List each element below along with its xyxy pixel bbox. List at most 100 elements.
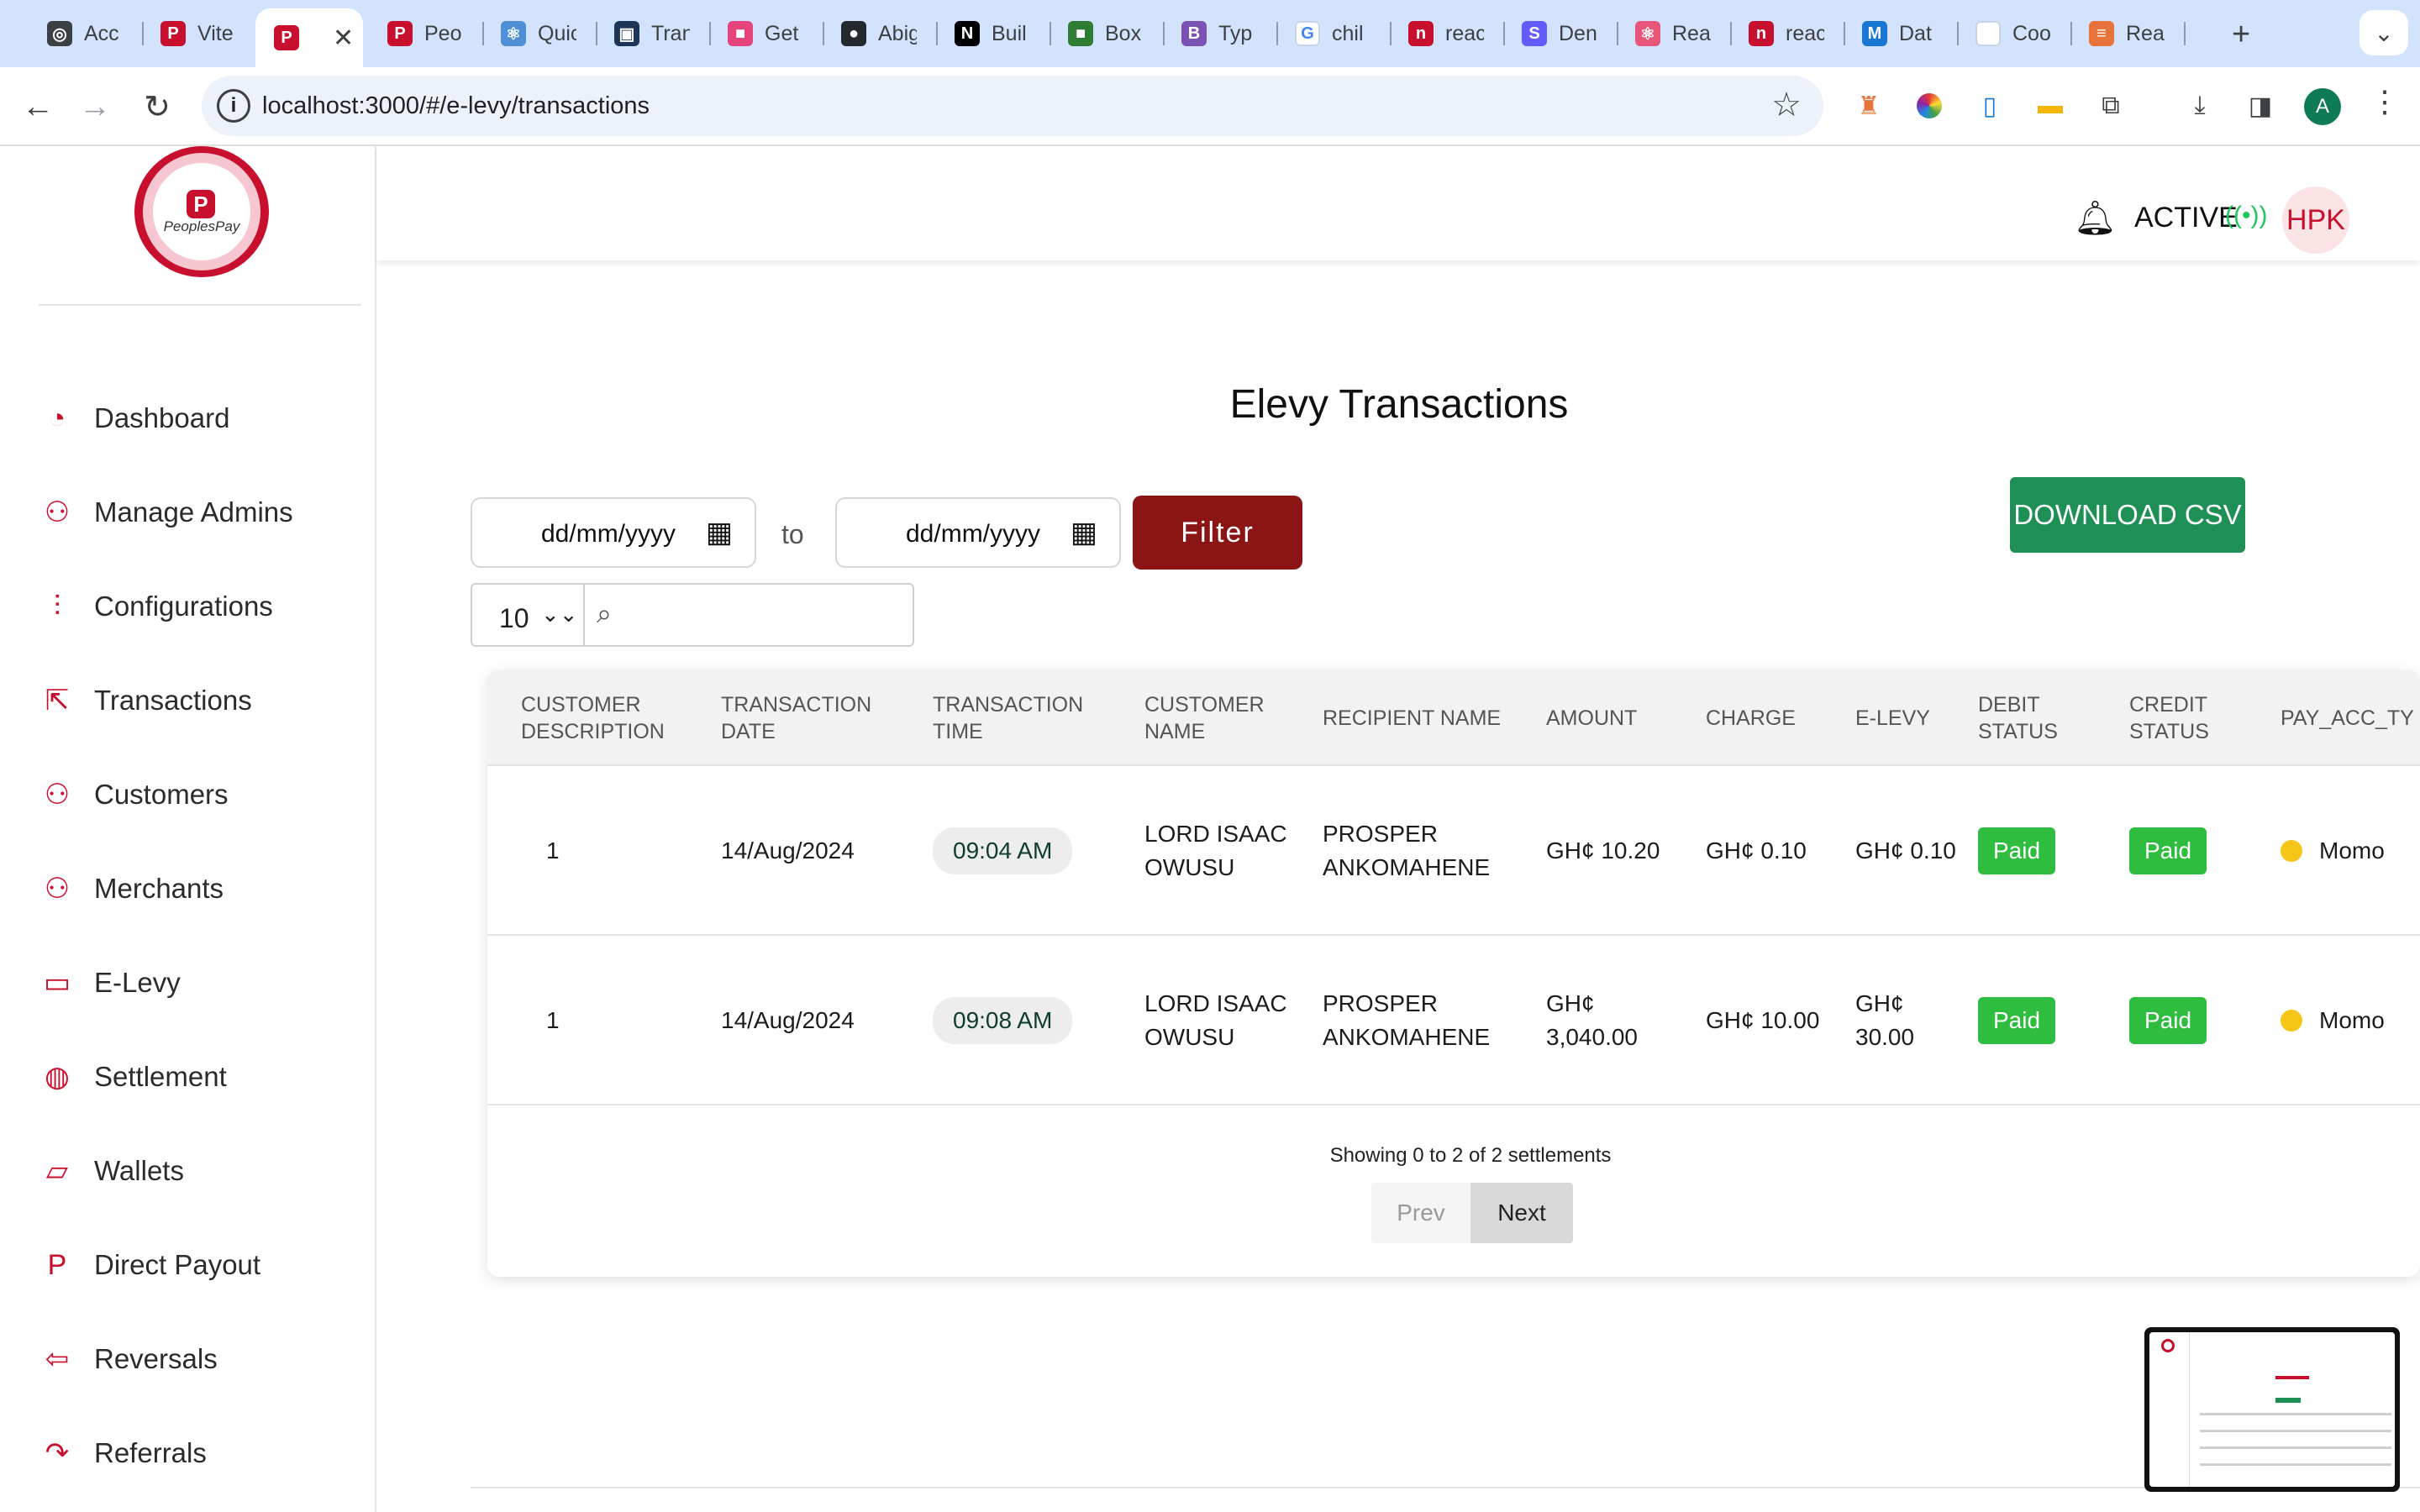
browser-tab-title: Den xyxy=(1559,21,1597,45)
prev-page-button[interactable]: Prev xyxy=(1371,1183,1470,1243)
browser-tab[interactable]: P Vite xyxy=(142,13,257,54)
calendar-icon[interactable]: ▦ xyxy=(706,516,733,549)
extensions-puzzle-icon[interactable]: ⧉ xyxy=(2092,87,2129,124)
sidebar-item-customers[interactable]: ⚇ Customers xyxy=(0,748,376,842)
tab-search-chevron-down-icon[interactable]: ⌄ xyxy=(2360,10,2408,55)
sidebar-item-transactions[interactable]: ⇱ Transactions xyxy=(0,654,376,748)
react-icon: ⚛ xyxy=(1635,21,1660,46)
extension-fox-icon[interactable]: ♜ xyxy=(1850,87,1887,124)
download-csv-button[interactable]: DOWNLOAD CSV xyxy=(2010,477,2245,553)
column-header[interactable]: TRANSACTION DATE xyxy=(721,670,914,766)
dashboard-gauge-icon: ◔ xyxy=(48,402,66,434)
screen-preview-thumbnail[interactable] xyxy=(2144,1327,2400,1492)
browser-tab[interactable]: M Dat xyxy=(1844,13,1959,54)
sidebar-item-direct-payout[interactable]: P Direct Payout xyxy=(0,1218,376,1312)
cell-text: GH¢ 30.00 xyxy=(1855,990,1915,1050)
peoplespay-icon: P xyxy=(160,21,186,46)
extension-sheet-icon[interactable]: ▬ xyxy=(2032,87,2069,124)
browser-tab[interactable]: S Den xyxy=(1503,13,1618,54)
browser-tab[interactable]: P Peo xyxy=(369,13,484,54)
column-header[interactable]: E-LEVY xyxy=(1855,670,1965,766)
column-header[interactable]: CUSTOMER NAME xyxy=(1144,670,1304,766)
browser-tab[interactable]: B Typ xyxy=(1163,13,1278,54)
table-cell-recipient: PROSPER ANKOMAHENE xyxy=(1323,766,1533,936)
from-date-input[interactable]: dd/mm/yyyy ▦ xyxy=(471,497,756,568)
column-header[interactable]: CREDIT STATUS xyxy=(2129,670,2272,766)
cell-text: GH¢ 3,040.00 xyxy=(1546,990,1638,1050)
sidebar-item-dashboard[interactable]: ◔ Dashboard xyxy=(0,371,376,465)
bookmark-star-icon[interactable]: ☆ xyxy=(1771,86,1802,124)
column-header[interactable]: RECIPIENT NAME xyxy=(1323,670,1533,766)
column-header[interactable]: AMOUNT xyxy=(1546,670,1689,766)
table-row[interactable]: 1 14/Aug/2024 09:08 AM LORD ISAAC OWUSU PROS… xyxy=(487,936,2420,1105)
browser-tab[interactable]: ⚛ Quic xyxy=(482,13,597,54)
signal-broadcast-icon: ((•)) xyxy=(2225,202,2268,229)
close-tab-icon[interactable]: ✕ xyxy=(333,24,354,53)
status-badge: Paid xyxy=(2129,827,2207,874)
browser-tab[interactable]: ⚛ Rea xyxy=(1617,13,1732,54)
sidebar-item-manage-admins[interactable]: ⚇ Manage Admins xyxy=(0,465,376,559)
browser-tab[interactable]: Coo xyxy=(1957,13,2072,54)
browser-tab[interactable]: ◎ Acc xyxy=(29,13,144,54)
browser-tab[interactable]: ■ Get xyxy=(709,13,824,54)
browser-menu-icon[interactable]: ⋮ xyxy=(2370,84,2400,119)
sidebar-item-label: Referrals xyxy=(94,1437,207,1468)
user-avatar[interactable]: HPK xyxy=(2282,186,2349,254)
browser-tab[interactable]: ≡ Rea xyxy=(2070,13,2186,54)
new-tab-button[interactable]: + xyxy=(2232,17,2250,53)
browser-tab-title: Abig xyxy=(878,21,917,45)
notification-bell-icon[interactable]: 🔔︎ xyxy=(2074,198,2117,238)
address-url[interactable]: localhost:3000/#/e-levy/transactions xyxy=(262,92,650,120)
github-icon: ● xyxy=(841,21,866,46)
sidebar-item-referrals[interactable]: ↷ Referrals xyxy=(0,1406,376,1500)
page-size-select[interactable]: 10 ⌄⌄ xyxy=(471,583,585,647)
sidebar-item-label: Direct Payout xyxy=(94,1249,261,1280)
sidebar-item-wallets[interactable]: ▱ Wallets xyxy=(0,1124,376,1218)
profile-avatar[interactable]: A xyxy=(2304,88,2341,125)
table-cell-description: 1 xyxy=(546,936,723,1105)
back-arrow-icon[interactable]: ← xyxy=(15,84,60,129)
table-cell-debit: Paid xyxy=(1978,766,2121,936)
column-header[interactable]: TRANSACTION TIME xyxy=(933,670,1126,766)
sidebar-item-configurations[interactable]: ⫶ Configurations xyxy=(0,559,376,654)
browser-tab[interactable]: ■ Box xyxy=(1050,13,1165,54)
sidebar-item-reversals[interactable]: ⇦ Reversals xyxy=(0,1312,376,1406)
browser-tab[interactable]: ● Abig xyxy=(823,13,938,54)
sidebar-item-label: Merchants xyxy=(94,873,224,904)
to-date-input[interactable]: dd/mm/yyyy ▦ xyxy=(835,497,1121,568)
sidebar-item-label: Wallets xyxy=(94,1155,184,1186)
address-bar[interactable]: i localhost:3000/#/e-levy/transactions ☆ xyxy=(202,76,1823,136)
logo-mark-icon: P xyxy=(187,190,215,218)
reload-icon[interactable]: ↻ xyxy=(134,84,180,129)
preview-screen xyxy=(2149,1332,2395,1487)
extension-color-wheel-icon[interactable] xyxy=(1911,87,1948,124)
search-input[interactable]: ⌕ xyxy=(583,583,914,647)
side-panel-icon[interactable]: ◨ xyxy=(2242,87,2279,124)
extension-clipboard-icon[interactable]: ▯ xyxy=(1971,87,2008,124)
download-icon[interactable]: ⤓ xyxy=(2181,87,2218,124)
sidebar-item-merchants[interactable]: ⚇ Merchants xyxy=(0,842,376,936)
site-info-icon[interactable]: i xyxy=(217,89,250,123)
column-header[interactable]: PAY_ACC_TY xyxy=(2281,670,2420,766)
next-page-button[interactable]: Next xyxy=(1470,1183,1573,1243)
peoplespay-logo[interactable]: P PeoplesPay xyxy=(134,146,269,277)
browser-tab[interactable]: N Buil xyxy=(936,13,1051,54)
browser-tab[interactable]: ▣ Tran xyxy=(596,13,711,54)
browser-tab[interactable]: P ✕ xyxy=(255,8,363,67)
browser-tab[interactable]: n reac xyxy=(1730,13,1845,54)
browser-tab[interactable]: n reac xyxy=(1390,13,1505,54)
browser-tab-title: Coo xyxy=(2012,21,2051,45)
sidebar-item-settlement[interactable]: ◍ Settlement xyxy=(0,1030,376,1124)
bootstrap-icon: B xyxy=(1181,21,1207,46)
cell-text: GH¢ 10.00 xyxy=(1706,1007,1820,1033)
column-header[interactable]: CUSTOMER DESCRIPTION xyxy=(521,670,697,766)
table-row[interactable]: 1 14/Aug/2024 09:04 AM LORD ISAAC OWUSU PROS… xyxy=(487,766,2420,936)
globe-icon: ◍ xyxy=(45,1061,70,1093)
calendar-icon[interactable]: ▦ xyxy=(1071,516,1097,549)
filter-button[interactable]: Filter xyxy=(1133,496,1302,570)
column-header[interactable]: DEBIT STATUS xyxy=(1978,670,2121,766)
browser-tab[interactable]: Gchil xyxy=(1276,13,1392,54)
column-header[interactable]: CHARGE xyxy=(1706,670,1840,766)
sidebar-item-e-levy[interactable]: ▭ E-Levy xyxy=(0,936,376,1030)
forward-arrow-icon[interactable]: → xyxy=(72,84,118,129)
